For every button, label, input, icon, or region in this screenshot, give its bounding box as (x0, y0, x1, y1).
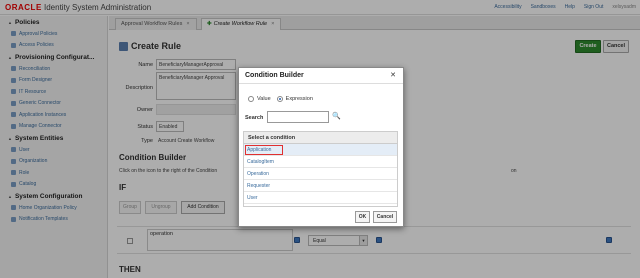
value-radio-label: Value (257, 96, 271, 102)
selection-highlight (245, 145, 283, 155)
expression-radio-label: Expression (285, 96, 313, 102)
search-input[interactable] (267, 111, 329, 123)
value-radio[interactable] (248, 96, 254, 102)
condition-item-requester[interactable]: Requester (244, 180, 397, 192)
expression-radio[interactable] (276, 96, 283, 102)
search-icon[interactable]: 🔍 (332, 112, 341, 120)
condition-list: Select a condition Application CatalogIt… (243, 131, 398, 207)
condition-item-application[interactable]: Application (244, 144, 397, 156)
condition-list-header: Select a condition (244, 132, 397, 144)
mode-radio-group: Value Expression (248, 96, 313, 102)
close-icon[interactable]: ✕ (390, 71, 396, 79)
condition-item-user[interactable]: User (244, 192, 397, 204)
search-label: Search (245, 115, 264, 121)
dialog-cancel-button[interactable]: Cancel (373, 211, 397, 223)
ok-button[interactable]: OK (355, 211, 370, 223)
condition-builder-dialog: Condition Builder ✕ Value Expression Sea… (238, 67, 404, 227)
dialog-divider (239, 83, 403, 84)
condition-item-catalogitem[interactable]: CatalogItem (244, 156, 397, 168)
dialog-title: Condition Builder (245, 72, 304, 79)
condition-item-operation[interactable]: Operation (244, 168, 397, 180)
